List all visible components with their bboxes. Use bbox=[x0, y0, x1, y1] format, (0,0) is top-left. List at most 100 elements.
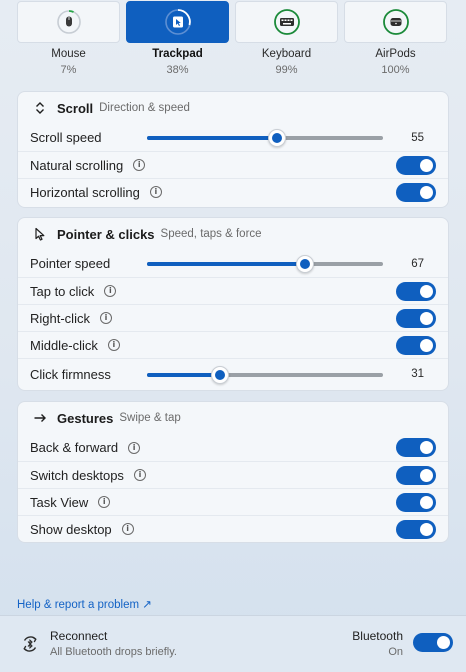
click-firmness-row: Click firmness 31 bbox=[18, 358, 448, 389]
natural-scrolling-label: Natural scrolling bbox=[30, 157, 124, 173]
tap-to-click-row: Tap to click i bbox=[18, 277, 448, 304]
toggle-knob bbox=[420, 186, 433, 199]
pointer-header: Pointer & clicks Speed, taps & force bbox=[18, 218, 448, 250]
slider-fill bbox=[147, 373, 220, 377]
bluetooth-toggle[interactable] bbox=[413, 633, 453, 652]
task-view-toggle[interactable] bbox=[396, 493, 436, 512]
device-name: Keyboard bbox=[261, 48, 312, 60]
info-icon[interactable]: i bbox=[149, 186, 162, 198]
device-battery: 7% bbox=[60, 64, 77, 76]
gestures-subtitle: Swipe & tap bbox=[119, 412, 181, 424]
toggle-knob bbox=[420, 339, 433, 352]
toggle-knob bbox=[420, 159, 433, 172]
pointer-title: Pointer & clicks bbox=[57, 226, 155, 242]
scroll-subtitle: Direction & speed bbox=[99, 102, 190, 114]
device-name: Mouse bbox=[51, 48, 86, 60]
info-icon[interactable]: i bbox=[121, 523, 134, 535]
info-icon[interactable]: i bbox=[107, 339, 120, 351]
device-name: Trackpad bbox=[152, 48, 203, 60]
info-icon[interactable]: i bbox=[104, 285, 117, 297]
horizontal-scrolling-row: Horizontal scrolling i bbox=[18, 178, 448, 205]
slider-thumb[interactable] bbox=[268, 129, 286, 147]
info-icon[interactable]: i bbox=[133, 159, 146, 171]
scroll-title: Scroll bbox=[57, 100, 94, 116]
show-desktop-toggle[interactable] bbox=[396, 520, 436, 539]
toggle-knob bbox=[420, 523, 433, 536]
info-icon[interactable]: i bbox=[98, 496, 111, 508]
back-forward-toggle[interactable] bbox=[396, 438, 436, 457]
info-icon[interactable]: i bbox=[133, 469, 146, 481]
click-firmness-label: Click firmness bbox=[30, 366, 111, 382]
gesture-label: Back & forward bbox=[30, 440, 119, 455]
airpods-icon bbox=[382, 9, 409, 35]
click-firmness-value: 31 bbox=[411, 368, 424, 380]
toggle-knob bbox=[437, 636, 450, 649]
device-battery: 38% bbox=[166, 64, 189, 76]
pointer-speed-value: 67 bbox=[411, 257, 424, 270]
scroll-speed-row: Scroll speed 55 bbox=[18, 124, 448, 151]
gesture-row-task-view: Task View i bbox=[18, 488, 448, 515]
device-battery: 100% bbox=[381, 64, 410, 76]
gesture-row-show-desktop: Show desktop i bbox=[18, 515, 448, 542]
device-selector: Mouse 7% Trackpad 38% Keyboard 99% AirPo… bbox=[17, 1, 449, 78]
device-mouse[interactable]: Mouse 7% bbox=[17, 1, 120, 78]
switch-desktops-toggle[interactable] bbox=[396, 466, 436, 485]
pointer-icon bbox=[31, 225, 49, 243]
gesture-label: Show desktop bbox=[30, 521, 112, 537]
trackpad-icon bbox=[164, 9, 191, 35]
device-name: AirPods bbox=[375, 48, 416, 60]
gestures-card: Gestures Swipe & tap Back & forward i Sw… bbox=[17, 401, 449, 543]
horizontal-scrolling-toggle[interactable] bbox=[396, 183, 436, 202]
scroll-card: Scroll Direction & speed Scroll speed 55… bbox=[17, 91, 449, 208]
info-icon[interactable]: i bbox=[99, 312, 112, 324]
click-firmness-slider[interactable] bbox=[147, 366, 383, 384]
arrow-right-icon bbox=[31, 409, 49, 427]
gestures-header: Gestures Swipe & tap bbox=[18, 402, 448, 434]
gestures-title: Gestures bbox=[57, 410, 114, 426]
natural-scrolling-row: Natural scrolling i bbox=[18, 151, 448, 178]
footer-bar: Reconnect All Bluetooth drops briefly. B… bbox=[0, 615, 466, 672]
toggle-knob bbox=[420, 441, 433, 454]
mouse-icon bbox=[56, 10, 81, 34]
reconnect-title[interactable]: Reconnect bbox=[50, 629, 107, 643]
device-tile-trackpad[interactable] bbox=[126, 1, 229, 43]
bluetooth-state: On bbox=[388, 646, 403, 658]
scroll-header: Scroll Direction & speed bbox=[18, 92, 448, 124]
scroll-speed-label: Scroll speed bbox=[30, 130, 102, 145]
slider-fill bbox=[147, 136, 277, 140]
pointer-speed-label: Pointer speed bbox=[30, 256, 111, 271]
help-report-link[interactable]: Help & report a problem ↗ bbox=[17, 597, 152, 611]
device-tile-airpods[interactable] bbox=[344, 1, 447, 43]
device-tile-keyboard[interactable] bbox=[235, 1, 338, 43]
right-click-row: Right-click i bbox=[18, 304, 448, 331]
slider-thumb[interactable] bbox=[296, 255, 314, 273]
reconnect-subtitle: All Bluetooth drops briefly. bbox=[50, 646, 177, 658]
gesture-label: Switch desktops bbox=[30, 467, 124, 483]
device-airpods[interactable]: AirPods 100% bbox=[344, 1, 447, 78]
info-icon[interactable]: i bbox=[128, 441, 141, 454]
toggle-knob bbox=[420, 312, 433, 325]
tap-to-click-toggle[interactable] bbox=[396, 282, 436, 301]
natural-scrolling-toggle[interactable] bbox=[396, 156, 436, 175]
gesture-row-back-forward: Back & forward i bbox=[18, 434, 448, 461]
pointer-card: Pointer & clicks Speed, taps & force Poi… bbox=[17, 217, 449, 391]
gesture-label: Task View bbox=[30, 494, 89, 510]
right-click-label: Right-click bbox=[30, 310, 90, 326]
pointer-speed-slider[interactable] bbox=[147, 255, 383, 273]
chevron-up-down-icon bbox=[31, 99, 49, 117]
tap-to-click-label: Tap to click bbox=[30, 283, 95, 299]
right-click-toggle[interactable] bbox=[396, 309, 436, 328]
middle-click-row: Middle-click i bbox=[18, 331, 448, 358]
device-tile-mouse[interactable] bbox=[17, 1, 120, 43]
scroll-speed-slider[interactable] bbox=[147, 129, 383, 147]
device-trackpad[interactable]: Trackpad 38% bbox=[126, 1, 229, 78]
device-battery: 99% bbox=[275, 64, 298, 76]
gesture-row-switch-desktops: Switch desktops i bbox=[18, 461, 448, 488]
middle-click-toggle[interactable] bbox=[396, 336, 436, 355]
device-keyboard[interactable]: Keyboard 99% bbox=[235, 1, 338, 78]
toggle-knob bbox=[420, 496, 433, 509]
reconnect-icon[interactable] bbox=[20, 634, 40, 654]
bluetooth-title: Bluetooth bbox=[352, 629, 403, 643]
pointer-subtitle: Speed, taps & force bbox=[160, 228, 262, 240]
slider-thumb[interactable] bbox=[211, 366, 229, 384]
